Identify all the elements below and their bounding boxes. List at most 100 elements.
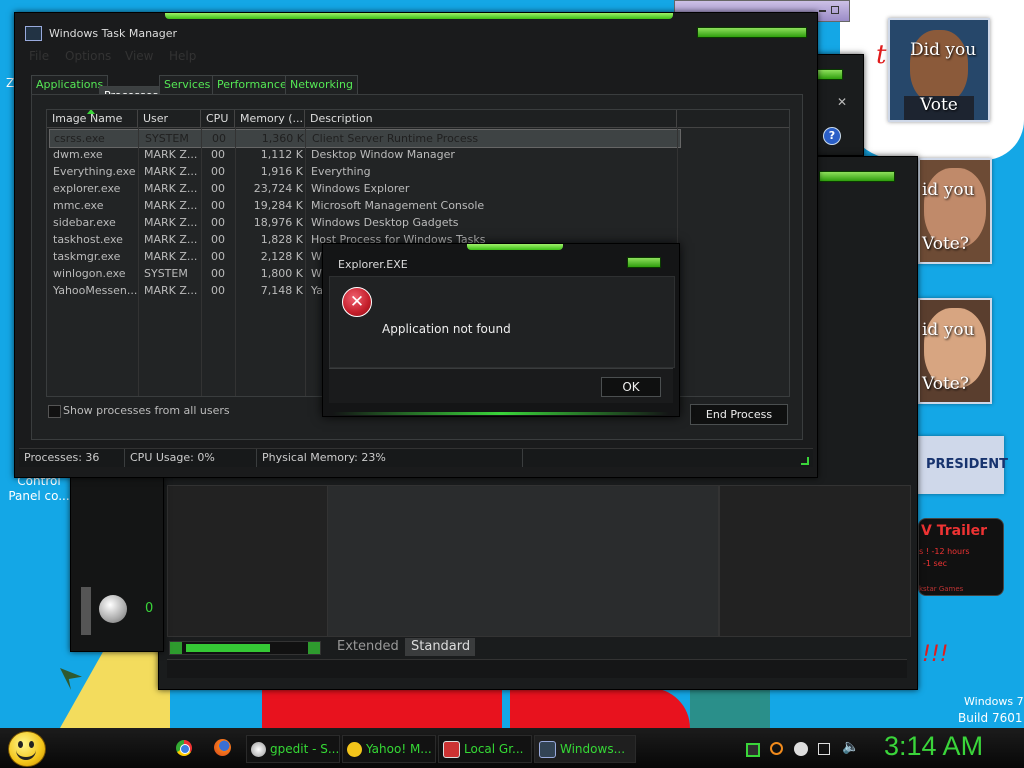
cell-image-name: YahooMessen... (53, 284, 138, 297)
cell-memory: 19,284 K (253, 199, 303, 212)
dialog-body: ✕ Application not found (329, 276, 675, 368)
wallpaper-red-shape-bottom (262, 688, 502, 728)
window-control-box[interactable] (697, 27, 807, 38)
wallpaper-exclaim: !!! (922, 642, 949, 667)
column-divider-user (138, 127, 139, 396)
view-tab-extended[interactable]: Extended (331, 638, 407, 656)
tab-networking[interactable]: Networking (285, 75, 358, 94)
column-description[interactable]: Description (305, 110, 677, 127)
yahoo-status-icon[interactable] (99, 595, 127, 623)
taskbar-item-local-group[interactable]: Local Gr... (438, 735, 532, 763)
tray-search-icon[interactable] (770, 742, 783, 755)
tray-green-box-icon[interactable] (746, 743, 760, 757)
firefox-icon[interactable] (214, 739, 231, 756)
poster1-line2: Vote (920, 95, 958, 115)
slider-right-arrow-icon[interactable] (308, 642, 320, 654)
dialog-title: Explorer.EXE (338, 258, 408, 271)
menu-file[interactable]: File (29, 49, 49, 63)
sort-ascending-icon (87, 110, 95, 114)
table-row[interactable]: Everything.exe MARK Z... 00 1,916 K Everythi… (49, 163, 679, 180)
column-divider-mem (235, 127, 236, 396)
table-row[interactable]: mmc.exe MARK Z... 00 19,284 K Microsoft Mana… (49, 197, 679, 214)
taskbar-item-task-manager[interactable]: Windows... (534, 735, 636, 763)
tab-services[interactable]: Services (159, 75, 216, 94)
view-tab-standard[interactable]: Standard (405, 638, 475, 656)
cell-user-name: SYSTEM (144, 267, 188, 280)
yahoo-scroll-handle[interactable] (81, 587, 91, 635)
tray-volume-icon[interactable]: 🔈 (842, 739, 859, 755)
back-window-panel-main (327, 485, 719, 637)
cell-user-name: SYSTEM (145, 132, 189, 145)
cell-image-name: sidebar.exe (53, 216, 116, 229)
tab-performance[interactable]: Performance (212, 75, 292, 94)
menu-options[interactable]: Options (65, 49, 111, 63)
local-group-icon (443, 741, 460, 758)
wallpaper-red-text: t (876, 40, 887, 70)
cell-cpu: 00 (211, 250, 225, 263)
tab-applications[interactable]: Applications (31, 75, 109, 94)
cell-image-name: Everything.exe (53, 165, 136, 178)
column-cpu[interactable]: CPU (201, 110, 235, 127)
tray-yahoo-icon[interactable] (794, 742, 808, 756)
cell-memory: 1,800 K (260, 267, 303, 280)
column-user-name[interactable]: User Name (138, 110, 201, 142)
president-banner: PRESIDENT (918, 436, 1008, 494)
status-cpu-usage: CPU Usage: 0% (127, 449, 257, 467)
cell-image-name: winlogon.exe (53, 267, 126, 280)
taskbar-clock[interactable]: 3:14 AM (884, 731, 983, 762)
cell-cpu: 00 (211, 216, 225, 229)
cell-user-name: MARK Z... (144, 216, 198, 229)
taskbar-item-label: Windows... (560, 742, 626, 756)
column-divider-desc (305, 127, 306, 396)
close-icon[interactable]: ✕ (837, 95, 847, 109)
build-line1: Windows 7 (964, 695, 1024, 708)
taskbar-item-yahoo[interactable]: Yahoo! M... (342, 735, 436, 763)
cell-description: Everything (311, 165, 371, 178)
table-row[interactable]: dwm.exe MARK Z... 00 1,112 K Desktop Window … (49, 146, 679, 163)
resize-grip-icon[interactable] (801, 457, 809, 465)
smiley-mouth (16, 748, 36, 760)
task-manager-icon (539, 741, 556, 758)
cell-memory: 18,976 K (253, 216, 303, 229)
chrome-icon[interactable] (176, 740, 192, 756)
dialog-green-bar (467, 244, 563, 250)
ok-button[interactable]: OK (601, 377, 661, 397)
maximize-icon[interactable] (831, 6, 839, 14)
cell-description: Windows Explorer (311, 182, 410, 195)
dialog-button-area: OK (329, 368, 673, 403)
back-window-control-box[interactable] (817, 69, 843, 80)
end-process-button[interactable]: End Process (690, 404, 788, 425)
minimize-icon[interactable] (819, 10, 826, 12)
help-icon[interactable]: ? (823, 127, 841, 145)
tray-network-icon[interactable] (818, 743, 830, 755)
table-row[interactable]: sidebar.exe MARK Z... 00 18,976 K Windows De… (49, 214, 679, 231)
cell-description: Windows Desktop Gadgets (311, 216, 459, 229)
wallpaper-teal-shape (690, 690, 770, 728)
desktop-icon-control-panel[interactable]: Control Panel co... (2, 474, 76, 504)
poster3-line2: Vote? (922, 374, 969, 394)
poster2-line2: Vote? (922, 234, 969, 254)
taskbar-item-gpedit[interactable]: gpedit - S... (246, 735, 340, 763)
wallpaper-red-shape-right (510, 688, 690, 728)
table-row[interactable]: explorer.exe MARK Z... 00 23,724 K Windows E… (49, 180, 679, 197)
column-memory[interactable]: Memory (... (235, 110, 305, 127)
back-window-slider-track[interactable] (169, 641, 321, 655)
cell-cpu: 00 (211, 165, 225, 178)
cell-cpu: 00 (211, 284, 225, 297)
cell-cpu: 00 (211, 267, 225, 280)
taskbar-item-label: Yahoo! M... (366, 742, 432, 756)
show-all-label[interactable]: Show processes from all users (63, 404, 230, 417)
back-window-control-box[interactable] (819, 171, 895, 182)
trailer-title: V Trailer (921, 523, 988, 539)
yahoo-counter: 0 (145, 601, 154, 616)
menu-view[interactable]: View (125, 49, 153, 63)
dialog-close-box[interactable] (627, 257, 661, 268)
slider-left-arrow-icon[interactable] (170, 642, 182, 654)
show-all-checkbox[interactable] (48, 405, 61, 418)
yahoo-smiley-icon (347, 742, 362, 757)
menu-help[interactable]: Help (169, 49, 196, 63)
back-window-mmc: ✕ ? (812, 54, 864, 156)
taskbar-item-label: Local Gr... (464, 742, 524, 756)
start-button-smiley-icon[interactable] (8, 731, 46, 767)
dialog-message: Application not found (382, 322, 511, 336)
